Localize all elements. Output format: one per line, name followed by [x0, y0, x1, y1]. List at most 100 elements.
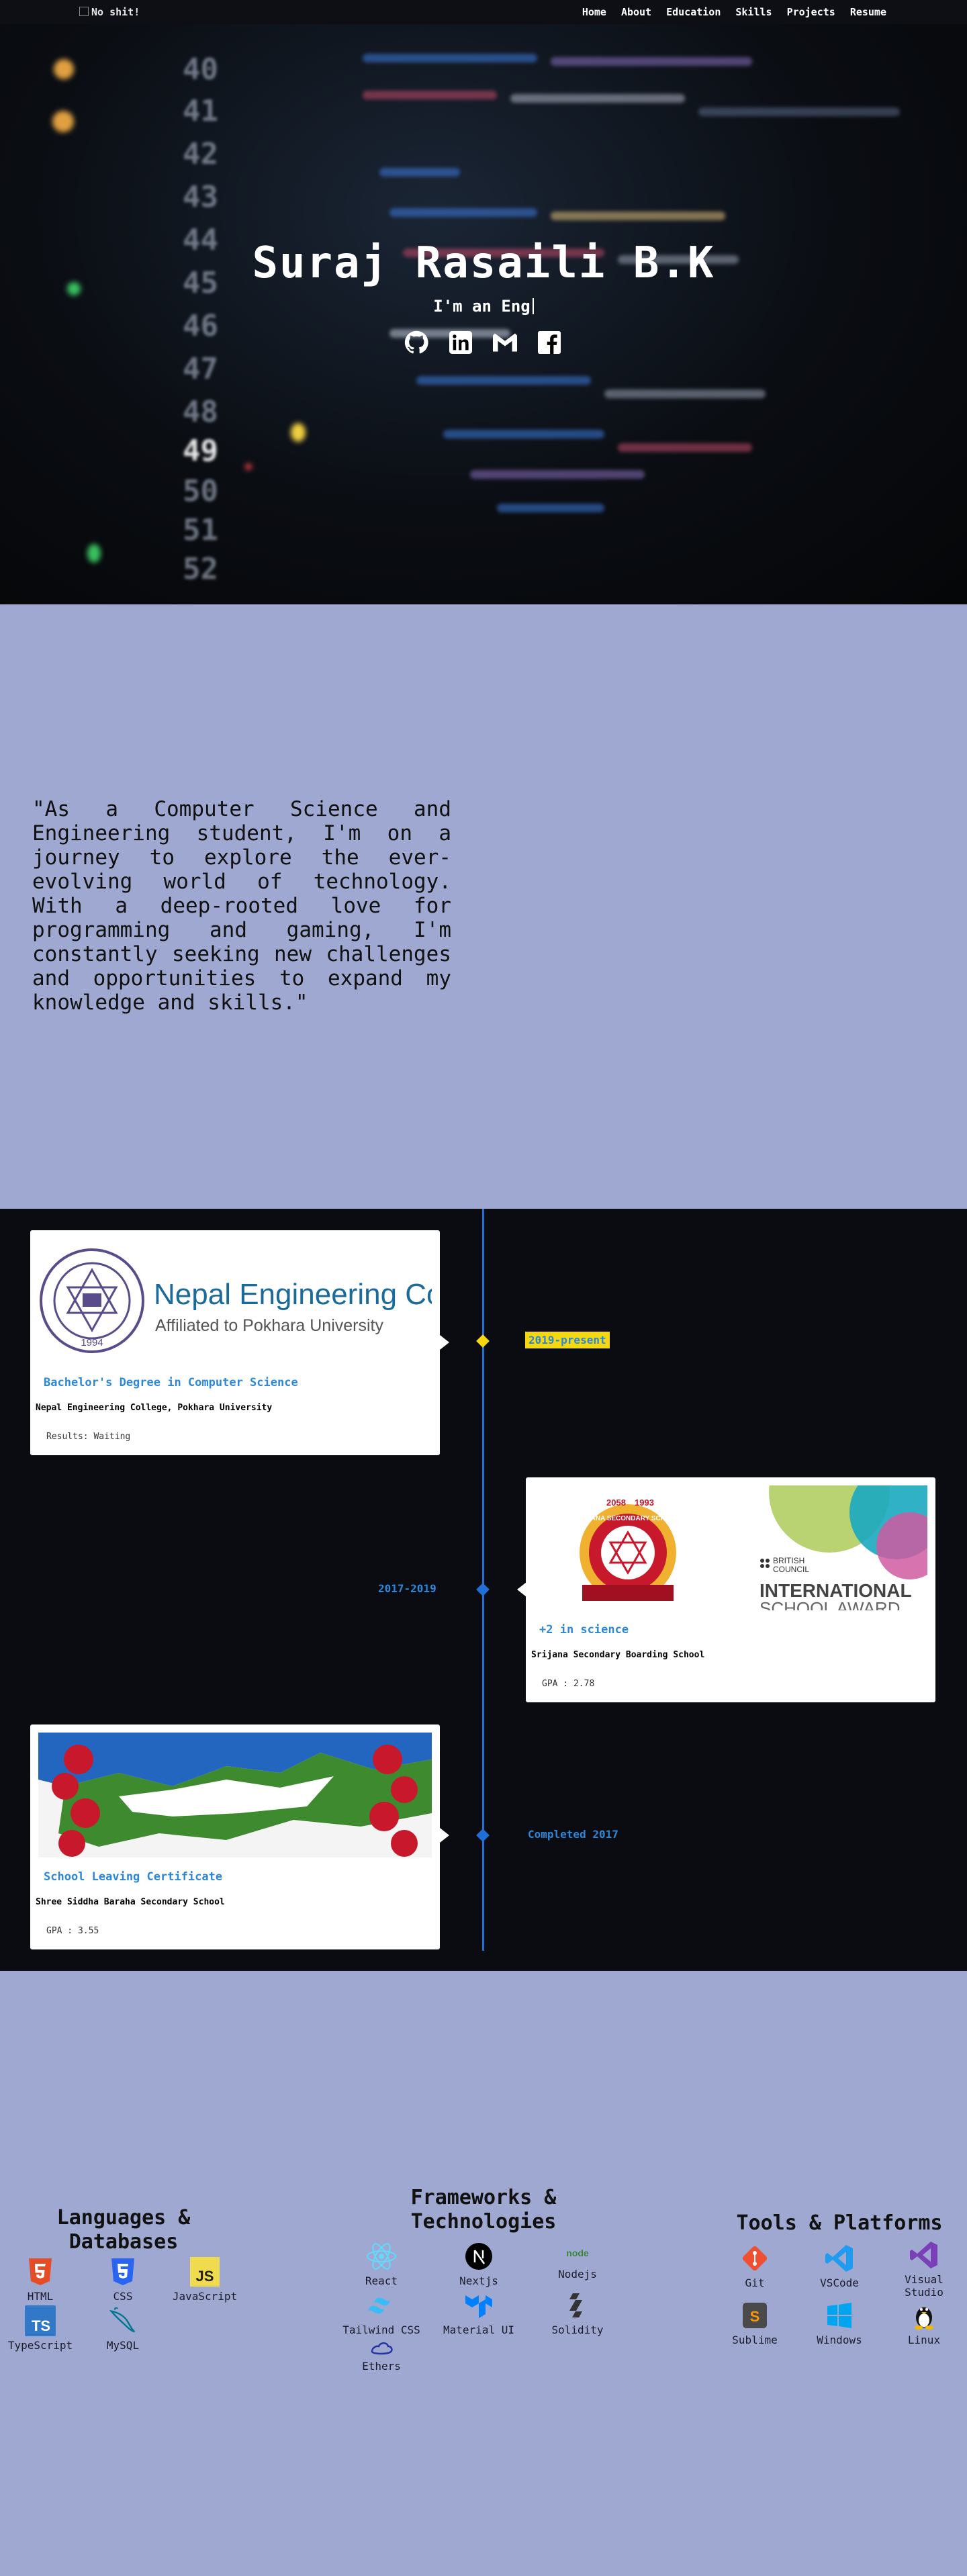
timeline-dot-active: [476, 1334, 490, 1348]
education-institution: Nepal Engineering College, Pokhara Unive…: [36, 1403, 273, 1413]
nav-link-projects[interactable]: Projects: [787, 6, 835, 18]
skills-section: Languages & Databases HTML CSS JS JavaSc…: [0, 1971, 967, 2576]
skill-label: JavaScript: [172, 2290, 238, 2303]
code-line-number: 42: [183, 137, 218, 171]
nodejs-icon: node: [562, 2241, 593, 2265]
school-seal-text: SRIJANA SECONDARY SCHOOL: [575, 1515, 680, 1522]
education-section: 1994 Nepal Engineering Colleg Affiliated…: [0, 1209, 967, 1971]
skill-vscode: VSCode: [799, 2243, 880, 2289]
education-date: 2017-2019: [378, 1582, 436, 1595]
nextjs-icon: [463, 2241, 494, 2272]
skill-nextjs: Nextjs: [439, 2241, 519, 2287]
gmail-icon[interactable]: [493, 330, 517, 355]
code-line-number: 41: [183, 94, 218, 128]
highschool-logo-image: 2058 1993 SRIJANA SECONDARY SCHOOL BRITI…: [534, 1485, 927, 1610]
github-icon[interactable]: [404, 330, 428, 355]
blurred-code-decoration: [470, 470, 645, 479]
education-date: 2019-present: [525, 1332, 610, 1348]
skill-label: Visual Studio: [905, 2273, 943, 2299]
skill-label: TypeScript: [7, 2339, 73, 2352]
skills-frameworks-title: Frameworks & Technologies: [410, 2186, 557, 2234]
windows-icon: [824, 2300, 855, 2331]
skill-label: Linux: [907, 2334, 941, 2346]
top-navbar: No shit! Home About Education Skills Pro…: [0, 0, 967, 24]
css3-icon: [107, 2256, 138, 2287]
skill-ethers: Ethers: [341, 2337, 422, 2373]
blurred-code-decoration: [363, 54, 537, 62]
skill-label: React: [365, 2274, 398, 2287]
skill-label: Sublime: [732, 2334, 778, 2346]
skill-label: Tailwind CSS: [342, 2324, 420, 2336]
nav-link-about[interactable]: About: [621, 6, 651, 18]
nav-links: Home About Education Skills Projects Res…: [582, 6, 886, 18]
blurred-code-decoration: [497, 504, 604, 512]
hero-name: Suraj Rasaili B.K: [252, 238, 715, 288]
typed-tagline: I'm an Eng: [0, 297, 967, 316]
college-logo-image: 1994 Nepal Engineering Colleg Affiliated…: [38, 1238, 432, 1363]
skill-visual-studio: Visual Studio: [884, 2240, 964, 2299]
material-ui-icon: [463, 2290, 494, 2321]
card-pointer: [440, 1828, 449, 1843]
blurred-code-decoration: [363, 91, 497, 99]
skills-tools-title: Tools & Platforms: [736, 2211, 943, 2235]
facebook-icon[interactable]: [537, 330, 561, 355]
tailwind-icon: [366, 2290, 397, 2321]
git-icon: [739, 2243, 770, 2274]
skill-windows: Windows: [799, 2300, 880, 2346]
about-quote: "As a Computer Science and Engineering s…: [32, 797, 451, 1015]
college-logo-subtitle: Affiliated to Pokhara University: [155, 1316, 383, 1335]
mysql-icon: [107, 2305, 138, 2336]
blurred-code-decoration: [618, 443, 752, 452]
education-date: Completed 2017: [528, 1828, 618, 1841]
skill-label: CSS: [113, 2290, 133, 2303]
college-logo-title: Nepal Engineering Colleg: [154, 1278, 432, 1311]
blurred-code-decoration: [510, 94, 685, 103]
blurred-code-decoration: [698, 107, 900, 116]
svg-text:JS: JS: [196, 2268, 214, 2285]
code-line-number: 50: [183, 474, 218, 508]
linkedin-icon[interactable]: [449, 330, 473, 355]
education-degree: +2 in science: [539, 1623, 629, 1637]
blurred-code-decoration: [54, 59, 74, 79]
blurred-code-decoration: [52, 111, 74, 132]
card-pointer: [517, 1582, 526, 1597]
skill-nodejs: node Nodejs: [537, 2241, 618, 2281]
education-result: Results: Waiting: [46, 1432, 131, 1442]
skill-mysql: MySQL: [83, 2305, 163, 2352]
council-line-1: BRITISH: [773, 1556, 804, 1565]
vscode-icon: [824, 2243, 855, 2274]
site-logo[interactable]: No shit!: [79, 6, 140, 18]
skill-typescript: TS TypeScript: [0, 2305, 81, 2352]
svg-text:S: S: [750, 2308, 760, 2325]
education-institution: Shree Siddha Baraha Secondary School: [36, 1897, 225, 1907]
nav-link-education[interactable]: Education: [666, 6, 721, 18]
skill-react: React: [341, 2241, 422, 2287]
ethers-icon: [366, 2337, 397, 2357]
nav-link-home[interactable]: Home: [582, 6, 606, 18]
school-badge-year-left: 2058: [606, 1498, 626, 1508]
blurred-code-decoration: [443, 430, 604, 439]
council-line-2: COUNCIL: [773, 1565, 809, 1574]
timeline-dot: [476, 1583, 490, 1596]
education-result: GPA : 3.55: [46, 1926, 99, 1936]
skill-label: VSCode: [820, 2276, 859, 2289]
skill-tailwind: Tailwind CSS: [341, 2290, 422, 2336]
linux-icon: [909, 2300, 939, 2331]
skill-html: HTML: [0, 2256, 81, 2303]
typing-caret: [532, 298, 534, 314]
skill-linux: Linux: [884, 2300, 964, 2346]
skill-material-ui: Material UI: [439, 2290, 519, 2336]
typescript-icon: TS: [25, 2305, 56, 2336]
education-degree: Bachelor's Degree in Computer Science: [44, 1376, 298, 1389]
code-line-number: 48: [183, 395, 218, 429]
skills-languages-title: Languages & Databases: [56, 2206, 191, 2254]
blurred-code-decoration: [379, 168, 460, 177]
code-line-number: 49: [183, 434, 218, 468]
blurred-code-decoration: [604, 389, 766, 398]
javascript-icon: JS: [189, 2256, 220, 2287]
code-line-number: 47: [183, 352, 218, 386]
skill-label: Nextjs: [459, 2274, 498, 2287]
nav-link-resume[interactable]: Resume: [850, 6, 886, 18]
nav-link-skills[interactable]: Skills: [735, 6, 772, 18]
blurred-code-decoration: [389, 208, 537, 217]
